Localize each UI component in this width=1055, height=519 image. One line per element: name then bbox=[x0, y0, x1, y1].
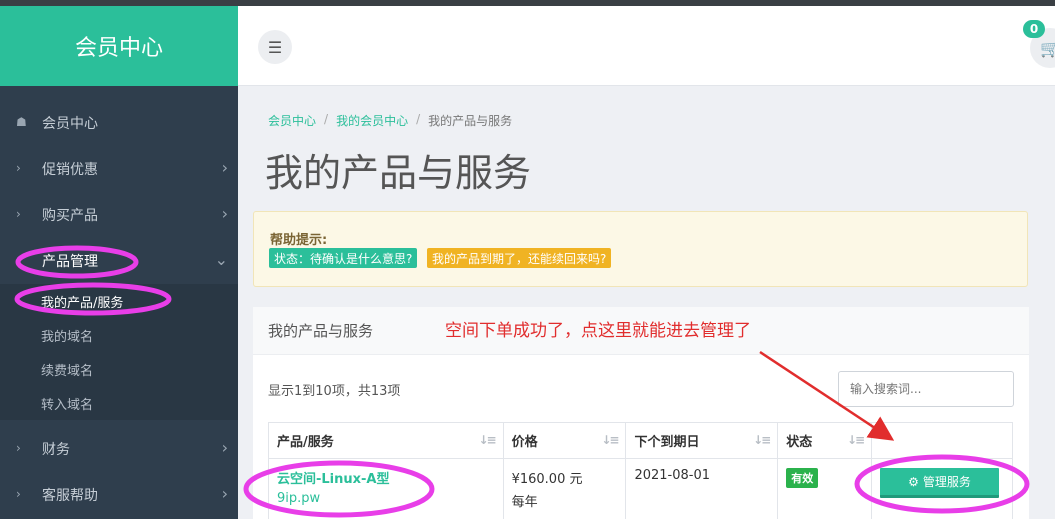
breadcrumb-separator: / bbox=[324, 112, 329, 126]
chevron-down-icon: ⌄ bbox=[214, 250, 228, 269]
sidebar-subitem-my-domains[interactable]: 我的域名 bbox=[0, 318, 238, 352]
breadcrumb-separator: / bbox=[416, 112, 421, 126]
chevron-right-icon: › bbox=[16, 207, 21, 221]
menu-toggle-button[interactable]: ☰ bbox=[258, 30, 292, 64]
help-tag-renew-expired[interactable]: 我的产品到期了，还能续回来吗? bbox=[427, 248, 612, 268]
sidebar-item-promotions[interactable]: › 促销优惠 › bbox=[0, 146, 238, 192]
column-header-actions bbox=[871, 422, 1013, 459]
manage-service-button[interactable]: ⚙ 管理服务 bbox=[880, 468, 999, 498]
gear-icon: ⚙ bbox=[908, 474, 919, 489]
sidebar-subitem-my-products[interactable]: 我的产品/服务 bbox=[0, 284, 238, 318]
sidebar-item-support[interactable]: › 客服帮助 › bbox=[0, 472, 238, 518]
sort-icon: ↓≡ bbox=[478, 433, 496, 447]
sidebar-item-buy-products[interactable]: › 购买产品 › bbox=[0, 192, 238, 238]
chevron-right-icon: › bbox=[16, 161, 21, 175]
chevron-right-icon: › bbox=[16, 253, 21, 267]
chevron-right-icon: › bbox=[221, 204, 228, 223]
sidebar-item-member-center[interactable]: ☗ 会员中心 bbox=[0, 100, 238, 146]
help-title: 帮助提示: bbox=[270, 233, 328, 248]
sidebar-submenu: 我的产品/服务 我的域名 续费域名 转入域名 bbox=[0, 284, 238, 420]
cell-actions: ⚙ 管理服务 bbox=[871, 458, 1013, 519]
table-summary: 显示1到10项，共13项 bbox=[268, 384, 401, 399]
help-tag-status-meaning[interactable]: 状态：待确认是什么意思? bbox=[269, 248, 418, 268]
billing-cycle: 每年 bbox=[511, 495, 538, 510]
breadcrumb-link-member-center[interactable]: 会员中心 bbox=[268, 112, 316, 129]
home-icon: ☗ bbox=[16, 115, 27, 129]
cart-count-badge: 0 bbox=[1023, 20, 1045, 38]
sidebar-item-label: 购买产品 bbox=[42, 208, 98, 224]
top-header: ☰ 🛒 0 bbox=[238, 6, 1055, 86]
column-header-price[interactable]: 价格 ↓≡ bbox=[502, 422, 627, 459]
sidebar-item-product-management[interactable]: › 产品管理 ⌄ bbox=[0, 238, 238, 284]
sidebar-item-label: 客服帮助 bbox=[42, 488, 98, 504]
table-row: 云空间-Linux-A型 9ip.pw ¥160.00 元 每年 2021-08… bbox=[268, 458, 1013, 519]
sort-icon: ↓≡ bbox=[753, 433, 771, 447]
products-table: 产品/服务 ↓≡ 价格 ↓≡ 下个到期日 ↓≡ 状态 ↓≡ 云空间-Linux-A型 9… bbox=[268, 422, 1013, 519]
breadcrumb-current: 我的产品与服务 bbox=[428, 114, 513, 128]
cart-icon: 🛒 bbox=[1040, 38, 1055, 58]
sidebar-logo[interactable]: 会员中心 bbox=[0, 6, 238, 86]
sidebar-subitem-renew-domains[interactable]: 续费域名 bbox=[0, 352, 238, 386]
sidebar: 会员中心 ☗ 会员中心 › 促销优惠 › › 购买产品 › › 产品管理 ⌄ 我… bbox=[0, 6, 238, 519]
chevron-right-icon: › bbox=[221, 484, 228, 503]
table-header-row: 产品/服务 ↓≡ 价格 ↓≡ 下个到期日 ↓≡ 状态 ↓≡ bbox=[268, 422, 1013, 459]
help-tips-box: 帮助提示: 状态：待确认是什么意思? 我的产品到期了，还能续回来吗? bbox=[253, 211, 1028, 287]
chevron-right-icon: › bbox=[16, 441, 21, 455]
sidebar-subitem-transfer-domains[interactable]: 转入域名 bbox=[0, 386, 238, 420]
sidebar-item-label: 财务 bbox=[42, 442, 70, 458]
chevron-right-icon: › bbox=[221, 158, 228, 177]
sidebar-item-label: 促销优惠 bbox=[42, 162, 98, 178]
chevron-right-icon: › bbox=[221, 438, 228, 457]
price-amount: ¥160.00 元 bbox=[511, 472, 583, 487]
sort-icon: ↓≡ bbox=[601, 433, 619, 447]
chevron-right-icon: › bbox=[16, 487, 21, 501]
breadcrumb: 会员中心 / 我的会员中心 / 我的产品与服务 bbox=[268, 112, 512, 129]
product-name-link[interactable]: 云空间-Linux-A型 bbox=[277, 468, 495, 487]
cell-due-date: 2021-08-01 bbox=[625, 458, 779, 519]
search-input[interactable] bbox=[838, 371, 1014, 407]
page-title: 我的产品与服务 bbox=[265, 151, 532, 195]
sidebar-item-label: 产品管理 bbox=[42, 254, 98, 270]
sidebar-item-label: 会员中心 bbox=[42, 116, 98, 132]
sidebar-item-finance[interactable]: › 财务 › bbox=[0, 426, 238, 472]
column-header-status[interactable]: 状态 ↓≡ bbox=[777, 422, 873, 459]
column-header-product[interactable]: 产品/服务 ↓≡ bbox=[268, 422, 504, 459]
cell-product: 云空间-Linux-A型 9ip.pw bbox=[268, 458, 504, 519]
hamburger-icon: ☰ bbox=[267, 37, 283, 57]
manage-service-label: 管理服务 bbox=[922, 475, 971, 489]
cell-price: ¥160.00 元 每年 bbox=[502, 458, 627, 519]
sort-icon: ↓≡ bbox=[846, 433, 865, 447]
product-domain: 9ip.pw bbox=[277, 491, 321, 506]
annotation-note: 空间下单成功了，点这里就能进去管理了 bbox=[445, 321, 751, 341]
status-badge: 有效 bbox=[786, 468, 819, 488]
column-header-due-date[interactable]: 下个到期日 ↓≡ bbox=[625, 422, 779, 459]
breadcrumb-link-my-member-center[interactable]: 我的会员中心 bbox=[336, 112, 408, 129]
cell-status: 有效 bbox=[777, 458, 873, 519]
